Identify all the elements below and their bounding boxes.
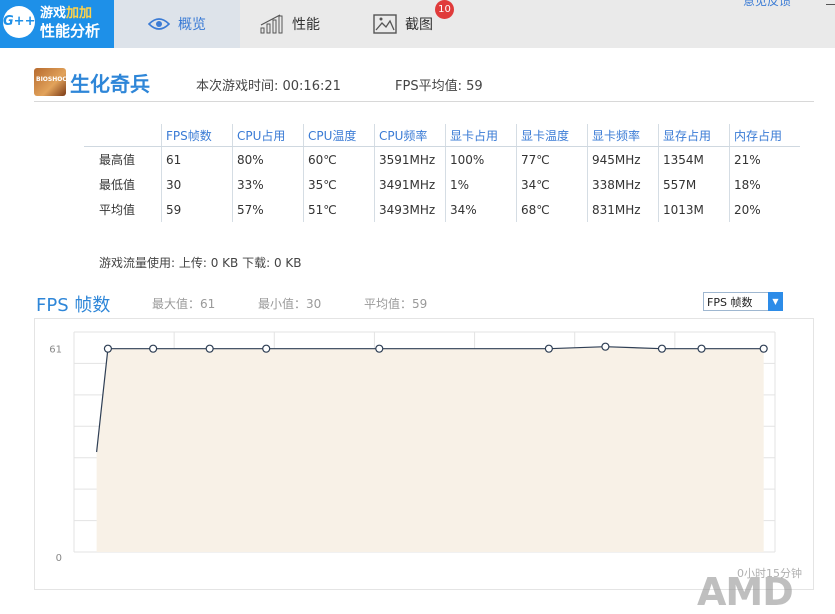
- data-point: [375, 344, 384, 353]
- y-tick-label: 0: [56, 553, 62, 564]
- amd-watermark: AMD: [697, 570, 794, 614]
- fps-chart: 61 0: [49, 331, 776, 564]
- data-point: [544, 344, 553, 353]
- data-point: [759, 344, 768, 353]
- y-tick-label: 61: [49, 345, 62, 356]
- data-point: [149, 344, 158, 353]
- series-area-fill: [96, 346, 764, 552]
- data-point: [601, 342, 610, 351]
- data-point: [262, 344, 271, 353]
- data-point: [697, 344, 706, 353]
- data-point: [103, 344, 113, 353]
- data-point: [205, 344, 214, 353]
- data-point: [657, 344, 667, 353]
